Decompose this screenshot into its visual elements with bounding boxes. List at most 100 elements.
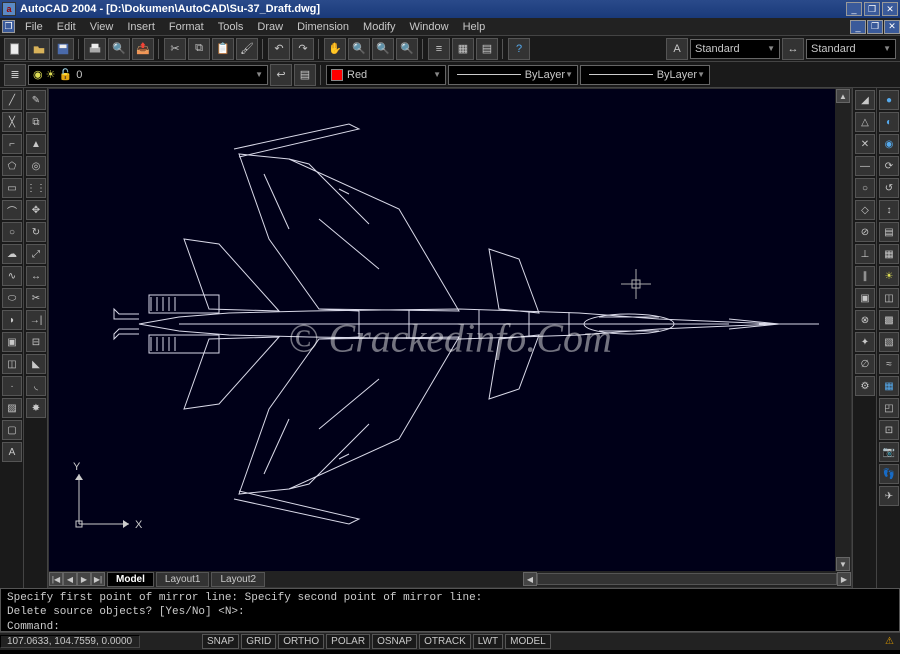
rectangle-tool[interactable]: ▭ [2,178,22,198]
coordinate-display[interactable]: 107.0633, 104.7559, 0.0000 [0,635,140,648]
pan-button[interactable]: ✋ [324,38,346,60]
camera-button[interactable]: 📷 [879,442,899,462]
menu-modify[interactable]: Modify [356,19,402,35]
menu-insert[interactable]: Insert [120,19,162,35]
menu-draw[interactable]: Draw [250,19,290,35]
shade-button[interactable]: ◐ [879,112,899,132]
copy-button[interactable]: ⧉ [188,38,210,60]
publish-button[interactable]: 📤 [132,38,154,60]
named-views-button[interactable]: ⊡ [879,420,899,440]
help-button[interactable]: ? [508,38,530,60]
chamfer-tool[interactable]: ◣ [26,354,46,374]
menu-edit[interactable]: Edit [50,19,83,35]
snap-center[interactable]: ○ [855,178,875,198]
fog-button[interactable]: ≈ [879,354,899,374]
horizontal-scrollbar[interactable]: |◀ ◀ ▶ ▶| Model Layout1 Layout2 ◀ ▶ [49,571,851,587]
spline-tool[interactable]: ∿ [2,266,22,286]
tool-palettes-button[interactable]: ▤ [476,38,498,60]
menu-tools[interactable]: Tools [211,19,251,35]
hatch-tool[interactable]: ▨ [2,398,22,418]
3dswivel-button[interactable]: ↺ [879,178,899,198]
arc-tool[interactable]: ⌒ [2,200,22,220]
comm-center-icon[interactable]: ⚠ [885,636,894,647]
minimize-button[interactable]: _ [846,2,862,16]
lineweight-dropdown[interactable]: ByLayer▼ [580,65,710,85]
mdi-close-button[interactable]: ✕ [884,20,900,34]
visual-styles-button[interactable]: ▦ [879,244,899,264]
3ddistance-button[interactable]: ↕ [879,200,899,220]
tab-model[interactable]: Model [107,572,154,587]
trim-tool[interactable]: ✂ [26,288,46,308]
make-block-tool[interactable]: ◫ [2,354,22,374]
ellipse-arc-tool[interactable]: ◗ [2,310,22,330]
scale-tool[interactable]: ⤢ [26,244,46,264]
break-tool[interactable]: ⊟ [26,332,46,352]
scroll-right-button[interactable]: ▶ [837,572,851,586]
toggle-grid[interactable]: GRID [241,634,276,649]
close-button[interactable]: ✕ [882,2,898,16]
menu-view[interactable]: View [83,19,121,35]
stretch-tool[interactable]: ↔ [26,266,46,286]
snap-endpoint[interactable]: ◢ [855,90,875,110]
fillet-tool[interactable]: ◟ [26,376,46,396]
linetype-dropdown[interactable]: ByLayer▼ [448,65,578,85]
menu-help[interactable]: Help [456,19,493,35]
match-properties-button[interactable]: 🖌 [236,38,258,60]
3dorbit-button[interactable]: ⟳ [879,156,899,176]
cut-button[interactable]: ✂ [164,38,186,60]
mirror-tool[interactable]: ▲ [26,134,46,154]
snap-parallel[interactable]: ∥ [855,266,875,286]
hide-button[interactable]: ● [879,90,899,110]
mapping-button[interactable]: ▩ [879,310,899,330]
zoom-realtime-button[interactable]: 🔍 [348,38,370,60]
text-tool[interactable]: A [2,442,22,462]
point-tool[interactable]: · [2,376,22,396]
toggle-lwt[interactable]: LWT [473,634,503,649]
offset-tool[interactable]: ◎ [26,156,46,176]
menu-file[interactable]: File [18,19,50,35]
render-crop-button[interactable]: ◰ [879,398,899,418]
scroll-down-button[interactable]: ▼ [836,557,850,571]
tab-layout1[interactable]: Layout1 [156,572,210,587]
extend-tool[interactable]: →| [26,310,46,330]
mdi-restore-button[interactable]: ❐ [2,20,15,33]
snap-insert[interactable]: ▣ [855,288,875,308]
text-style-icon[interactable]: A [666,38,688,60]
tab-first-button[interactable]: |◀ [49,572,63,586]
tab-last-button[interactable]: ▶| [91,572,105,586]
light-button[interactable]: ☀ [879,266,899,286]
snap-perpendicular[interactable]: ⊥ [855,244,875,264]
design-center-button[interactable]: ▦ [452,38,474,60]
drawing-canvas[interactable]: X Y © Crackedinfo.Com ▲ ▼ |◀ ◀ ▶ ▶| Mode… [48,88,852,588]
circle-tool[interactable]: ○ [2,222,22,242]
render-button[interactable]: ◉ [879,134,899,154]
text-style-dropdown[interactable]: Standard▼ [690,39,780,59]
open-button[interactable] [28,38,50,60]
walk-button[interactable]: 👣 [879,464,899,484]
toggle-snap[interactable]: SNAP [202,634,239,649]
properties-button[interactable]: ≡ [428,38,450,60]
mdi-maximize-button[interactable]: ❐ [867,20,883,34]
toggle-model[interactable]: MODEL [505,634,551,649]
snap-nearest[interactable]: ✦ [855,332,875,352]
snap-quadrant[interactable]: ◇ [855,200,875,220]
polygon-tool[interactable]: ⬠ [2,156,22,176]
tab-layout2[interactable]: Layout2 [211,572,265,587]
toggle-polar[interactable]: POLAR [326,634,370,649]
erase-tool[interactable]: ✎ [26,90,46,110]
insert-block-tool[interactable]: ▣ [2,332,22,352]
plot-preview-button[interactable]: 🔍 [108,38,130,60]
menu-format[interactable]: Format [162,19,211,35]
scroll-left-button[interactable]: ◀ [523,572,537,586]
toggle-otrack[interactable]: OTRACK [419,634,471,649]
background-button[interactable]: ▧ [879,332,899,352]
fly-button[interactable]: ✈ [879,486,899,506]
layer-previous-button[interactable]: ↩ [270,64,292,86]
snap-midpoint[interactable]: △ [855,112,875,132]
toggle-osnap[interactable]: OSNAP [372,634,417,649]
rotate-tool[interactable]: ↻ [26,222,46,242]
save-button[interactable] [52,38,74,60]
move-tool[interactable]: ✥ [26,200,46,220]
layer-states-button[interactable]: ▤ [294,64,316,86]
tab-prev-button[interactable]: ◀ [63,572,77,586]
